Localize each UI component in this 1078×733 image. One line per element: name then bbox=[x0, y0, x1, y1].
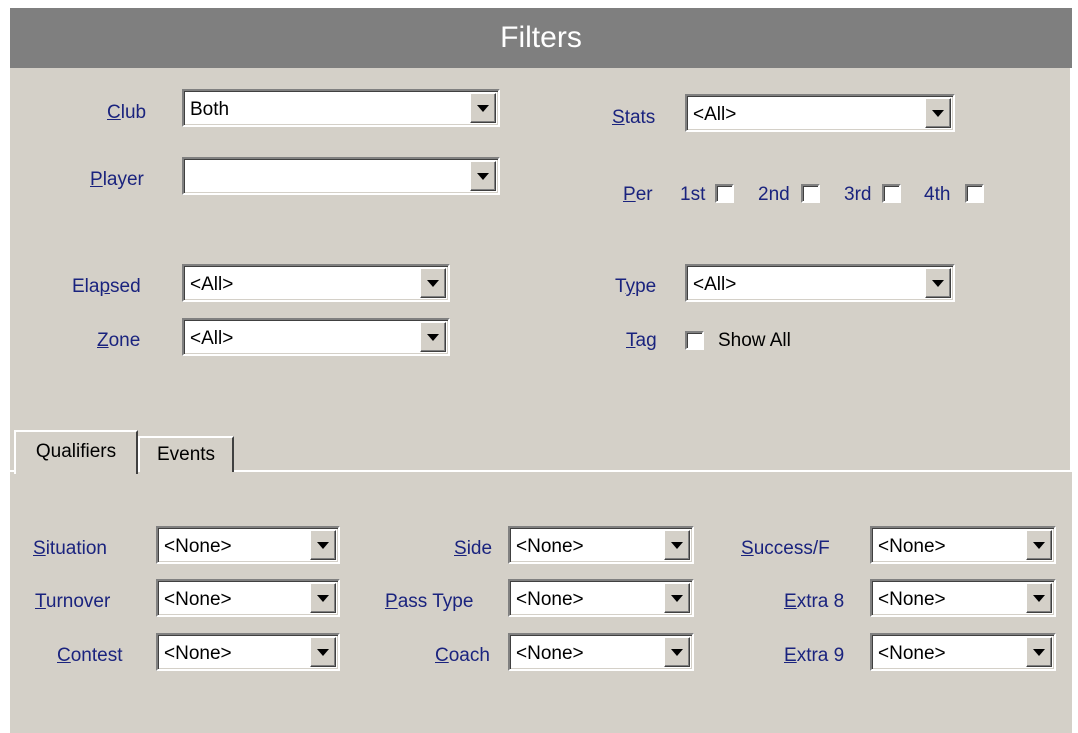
coach-label: Coach bbox=[435, 645, 490, 666]
player-label: Player bbox=[90, 169, 144, 190]
turnover-label: Turnover bbox=[35, 591, 111, 612]
chevron-down-icon bbox=[932, 110, 944, 117]
pass-type-dropdown[interactable]: <None> bbox=[508, 579, 694, 617]
chevron-down-icon bbox=[427, 334, 439, 341]
situation-dropdown-button[interactable] bbox=[310, 530, 336, 560]
player-dropdown[interactable] bbox=[182, 157, 500, 195]
club-dropdown-button[interactable] bbox=[470, 93, 496, 123]
chevron-down-icon bbox=[317, 542, 329, 549]
stats-dropdown[interactable]: <All> bbox=[685, 94, 955, 132]
coach-dropdown[interactable]: <None> bbox=[508, 633, 694, 671]
tab-events[interactable]: Events bbox=[138, 436, 234, 472]
extra9-dropdown-button[interactable] bbox=[1026, 637, 1052, 667]
chevron-down-icon bbox=[1033, 542, 1045, 549]
period-3rd-label: 3rd bbox=[844, 184, 872, 205]
situation-value: <None> bbox=[164, 536, 232, 557]
coach-value: <None> bbox=[516, 643, 584, 664]
tag-show-all-checkbox[interactable] bbox=[685, 331, 704, 350]
period-2nd-label: 2nd bbox=[758, 184, 790, 205]
period-4th-checkbox[interactable] bbox=[965, 184, 984, 203]
contest-value: <None> bbox=[164, 643, 232, 664]
contest-dropdown[interactable]: <None> bbox=[156, 633, 340, 671]
coach-dropdown-button[interactable] bbox=[664, 637, 690, 667]
turnover-dropdown[interactable]: <None> bbox=[156, 579, 340, 617]
period-4th-label: 4th bbox=[924, 184, 951, 205]
extra8-dropdown[interactable]: <None> bbox=[870, 579, 1056, 617]
stats-dropdown-button[interactable] bbox=[925, 98, 951, 128]
per-label: Per bbox=[623, 184, 653, 205]
tag-show-all-label: Show All bbox=[718, 330, 791, 351]
extra8-value: <None> bbox=[878, 589, 946, 610]
stats-value: <All> bbox=[693, 104, 737, 125]
tag-label: Tag bbox=[626, 330, 657, 351]
club-value: Both bbox=[190, 99, 230, 120]
type-value: <All> bbox=[693, 274, 737, 295]
chevron-down-icon bbox=[477, 105, 489, 112]
period-1st-checkbox[interactable] bbox=[715, 184, 734, 203]
chevron-down-icon bbox=[671, 649, 683, 656]
success-label: Success/F bbox=[741, 538, 830, 559]
zone-label: Zone bbox=[97, 330, 141, 351]
success-dropdown[interactable]: <None> bbox=[870, 526, 1056, 564]
pass-type-label: Pass Type bbox=[385, 591, 474, 612]
zone-value: <All> bbox=[190, 328, 234, 349]
chevron-down-icon bbox=[932, 280, 944, 287]
situation-dropdown[interactable]: <None> bbox=[156, 526, 340, 564]
chevron-down-icon bbox=[427, 280, 439, 287]
chevron-down-icon bbox=[317, 595, 329, 602]
elapsed-dropdown-button[interactable] bbox=[420, 268, 446, 298]
success-dropdown-button[interactable] bbox=[1026, 530, 1052, 560]
club-label: Club bbox=[107, 102, 147, 123]
contest-label: Contest bbox=[57, 645, 123, 666]
type-label: Type bbox=[615, 276, 657, 297]
extra9-value: <None> bbox=[878, 643, 946, 664]
chevron-down-icon bbox=[1033, 649, 1045, 656]
extra8-label: Extra 8 bbox=[784, 591, 845, 612]
chevron-down-icon bbox=[317, 649, 329, 656]
club-dropdown[interactable]: Both bbox=[182, 89, 500, 127]
chevron-down-icon bbox=[671, 542, 683, 549]
player-dropdown-button[interactable] bbox=[470, 161, 496, 191]
side-dropdown-button[interactable] bbox=[664, 530, 690, 560]
period-2nd-checkbox[interactable] bbox=[801, 184, 820, 203]
filters-window: Filters Club Both Player Elapsed <All> Z… bbox=[8, 8, 1072, 733]
elapsed-label: Elapsed bbox=[72, 276, 141, 297]
window-title: Filters bbox=[10, 8, 1072, 68]
period-1st-label: 1st bbox=[680, 184, 706, 205]
turnover-value: <None> bbox=[164, 589, 232, 610]
chevron-down-icon bbox=[1033, 595, 1045, 602]
turnover-dropdown-button[interactable] bbox=[310, 583, 336, 613]
pass-type-dropdown-button[interactable] bbox=[664, 583, 690, 613]
success-value: <None> bbox=[878, 536, 946, 557]
pass-type-value: <None> bbox=[516, 589, 584, 610]
zone-dropdown-button[interactable] bbox=[420, 322, 446, 352]
period-3rd-checkbox[interactable] bbox=[882, 184, 901, 203]
tab-qualifiers[interactable]: Qualifiers bbox=[14, 430, 138, 474]
elapsed-dropdown[interactable]: <All> bbox=[182, 264, 450, 302]
contest-dropdown-button[interactable] bbox=[310, 637, 336, 667]
extra9-label: Extra 9 bbox=[784, 645, 845, 666]
chevron-down-icon bbox=[477, 173, 489, 180]
type-dropdown[interactable]: <All> bbox=[685, 264, 955, 302]
extra8-dropdown-button[interactable] bbox=[1026, 583, 1052, 613]
type-dropdown-button[interactable] bbox=[925, 268, 951, 298]
side-label: Side bbox=[454, 538, 493, 559]
zone-dropdown[interactable]: <All> bbox=[182, 318, 450, 356]
side-value: <None> bbox=[516, 536, 584, 557]
situation-label: Situation bbox=[33, 538, 107, 559]
extra9-dropdown[interactable]: <None> bbox=[870, 633, 1056, 671]
stats-label: Stats bbox=[612, 107, 656, 128]
elapsed-value: <All> bbox=[190, 274, 234, 295]
chevron-down-icon bbox=[671, 595, 683, 602]
side-dropdown[interactable]: <None> bbox=[508, 526, 694, 564]
